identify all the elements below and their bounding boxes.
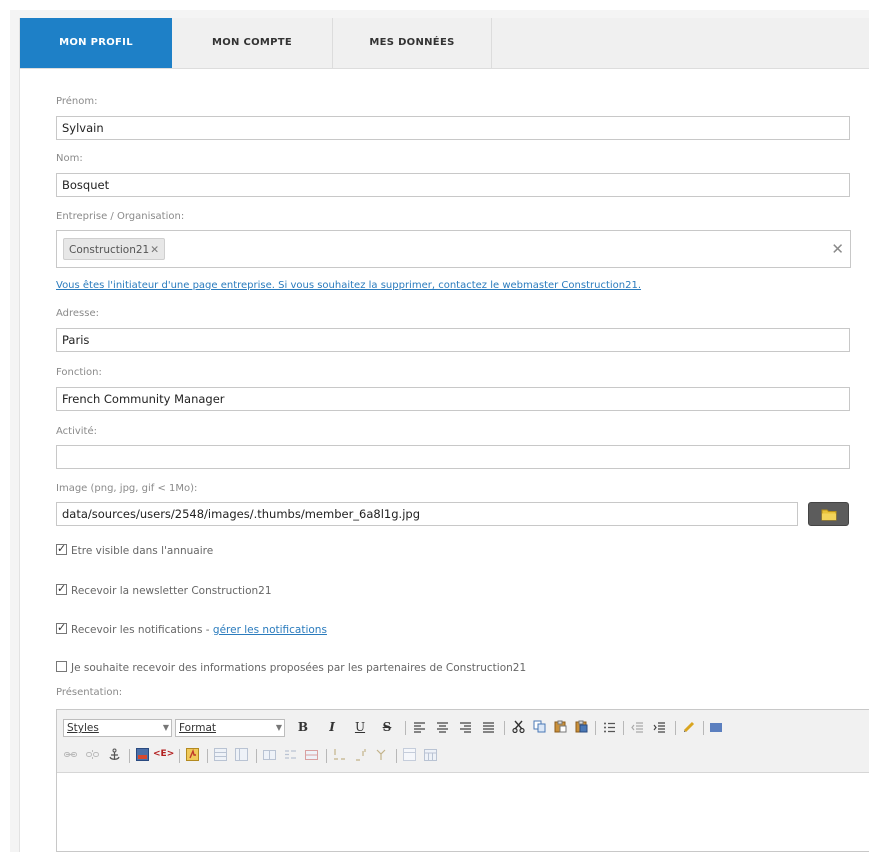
insert-row-icon[interactable] — [263, 748, 276, 761]
image-icon[interactable] — [136, 748, 149, 761]
entreprise-field[interactable]: Construction21✕ ✕ — [56, 230, 851, 268]
paste-text-icon[interactable] — [575, 720, 588, 733]
merge-cells-icon[interactable] — [333, 748, 346, 761]
manage-notifications-link[interactable]: gérer les notifications — [213, 624, 327, 636]
profile-tabs: MON PROFIL MON COMPTE MES DONNÉES — [20, 18, 869, 69]
insert-column-icon[interactable] — [284, 748, 297, 761]
delete-row-icon[interactable] — [305, 748, 318, 761]
tab-mon-compte[interactable]: MON COMPTE — [172, 18, 333, 68]
fonction-label: Fonction: — [56, 367, 102, 378]
styles-dropdown[interactable]: Styles ▼ — [63, 719, 172, 737]
editor-toolbar: Styles ▼ Format ▼ B I U S <E> — [57, 710, 869, 773]
template-icon[interactable] — [403, 748, 416, 761]
cut-icon[interactable] — [512, 720, 525, 733]
styles-dropdown-label: Styles — [67, 722, 99, 734]
chevron-down-icon: ▼ — [162, 723, 169, 732]
toolbar-divider — [326, 749, 327, 763]
strikethrough-button[interactable]: S — [380, 719, 394, 735]
newsletter-checkbox[interactable] — [56, 582, 67, 595]
toolbar-divider — [504, 721, 505, 735]
toolbar-divider — [703, 721, 704, 735]
browse-button[interactable] — [808, 502, 849, 526]
tab-mon-profil[interactable]: MON PROFIL — [20, 18, 172, 68]
entreprise-label: Entreprise / Organisation: — [56, 211, 185, 222]
prenom-field[interactable]: Sylvain — [56, 116, 850, 140]
toolbar-divider — [207, 749, 208, 763]
align-justify-icon[interactable] — [482, 721, 495, 734]
italic-button[interactable]: I — [325, 719, 339, 735]
bulleted-list-icon[interactable] — [603, 721, 616, 734]
align-right-icon[interactable] — [459, 721, 472, 734]
nom-field[interactable]: Bosquet — [56, 173, 850, 197]
chevron-down-icon: ▼ — [275, 723, 282, 732]
notifications-checkbox[interactable] — [56, 621, 67, 634]
anchor-icon[interactable] — [108, 748, 121, 761]
checkbox-row-partenaires: Je souhaite recevoir des informations pr… — [56, 661, 526, 674]
partenaires-checkbox-label: Je souhaite recevoir des informations pr… — [71, 662, 527, 674]
toolbar-divider — [623, 721, 624, 735]
toolbar-divider — [179, 749, 180, 763]
format-dropdown[interactable]: Format ▼ — [175, 719, 285, 737]
table-icon[interactable] — [214, 748, 227, 761]
copy-icon[interactable] — [533, 720, 546, 733]
checkbox-row-notifications: Recevoir les notifications - gérer les n… — [56, 621, 327, 636]
outdent-icon[interactable] — [631, 721, 644, 734]
presentation-label: Présentation: — [56, 687, 123, 698]
image-path-field[interactable]: data/sources/users/2548/images/.thumbs/m… — [56, 502, 798, 526]
folder-icon — [821, 509, 837, 521]
source-icon[interactable] — [710, 721, 722, 734]
prenom-label: Prénom: — [56, 96, 98, 107]
entreprise-tag: Construction21✕ — [63, 238, 166, 260]
fonction-field[interactable]: French Community Manager — [56, 387, 850, 411]
cell-properties-icon[interactable] — [375, 748, 388, 761]
tab-mes-donnees[interactable]: MES DONNÉES — [333, 18, 492, 68]
align-center-icon[interactable] — [436, 721, 449, 734]
pencil-icon[interactable] — [683, 720, 696, 733]
paste-icon[interactable] — [554, 720, 567, 733]
flash-icon[interactable] — [186, 748, 199, 761]
clear-icon[interactable]: ✕ — [831, 240, 844, 258]
toolbar-divider — [256, 749, 257, 763]
entreprise-tag-label: Construction21 — [69, 244, 150, 256]
delete-company-notice-link[interactable]: Vous êtes l'initiateur d'une page entrep… — [56, 280, 641, 291]
activite-label: Activité: — [56, 426, 98, 437]
toolbar-divider — [405, 721, 406, 735]
checkbox-row-newsletter: Recevoir la newsletter Construction21 — [56, 582, 272, 597]
presentation-editor: Styles ▼ Format ▼ B I U S <E> — [56, 709, 869, 852]
bold-button[interactable]: B — [296, 719, 310, 735]
checkbox-row-annuaire: Etre visible dans l'annuaire — [56, 542, 214, 557]
format-dropdown-label: Format — [179, 722, 217, 734]
notifications-checkbox-label: Recevoir les notifications - — [71, 624, 213, 636]
toolbar-divider — [595, 721, 596, 735]
toolbar-divider — [396, 749, 397, 763]
toolbar-divider — [675, 721, 676, 735]
activite-field[interactable] — [56, 445, 850, 469]
unlink-icon[interactable] — [86, 748, 99, 761]
calendar-icon[interactable] — [424, 748, 437, 761]
tag-remove-icon[interactable]: ✕ — [150, 244, 159, 256]
underline-button[interactable]: U — [353, 719, 367, 735]
toolbar-divider — [129, 749, 130, 763]
table-properties-icon[interactable] — [235, 748, 248, 761]
tag-button[interactable]: <E> — [153, 746, 174, 762]
annuaire-checkbox-label: Etre visible dans l'annuaire — [71, 545, 214, 557]
image-label: Image (png, jpg, gif < 1Mo): — [56, 483, 198, 494]
link-icon[interactable] — [64, 748, 77, 761]
partenaires-checkbox[interactable] — [56, 661, 67, 672]
adresse-field[interactable]: Paris — [56, 328, 850, 352]
profile-panel: MON PROFIL MON COMPTE MES DONNÉES Prénom… — [19, 18, 869, 852]
editor-content-area[interactable] — [57, 773, 869, 852]
nom-label: Nom: — [56, 153, 83, 164]
indent-icon[interactable] — [653, 721, 666, 734]
align-left-icon[interactable] — [413, 721, 426, 734]
newsletter-checkbox-label: Recevoir la newsletter Construction21 — [71, 585, 272, 597]
adresse-label: Adresse: — [56, 308, 99, 319]
split-cells-icon[interactable] — [354, 748, 367, 761]
annuaire-checkbox[interactable] — [56, 542, 67, 555]
